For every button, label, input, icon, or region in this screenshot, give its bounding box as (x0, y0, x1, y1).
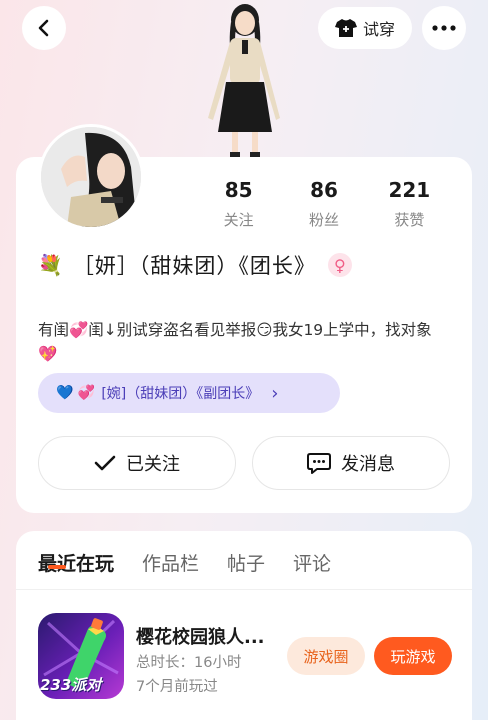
more-dots-icon (432, 25, 456, 31)
tab-works[interactable]: 作品栏 (142, 549, 199, 579)
game-logo-text: 233派对 (40, 676, 102, 694)
back-button[interactable] (22, 6, 66, 50)
check-icon (94, 455, 116, 471)
game-icon[interactable]: 233派对 (38, 613, 124, 699)
stat-likes-label: 获赞 (394, 211, 425, 229)
tab-posts[interactable]: 帖子 (227, 549, 265, 579)
chevron-left-icon (38, 19, 49, 37)
stats-row: 85 关注 86 粉丝 221 获赞 (196, 177, 452, 230)
game-list-item[interactable]: 233派对 樱花校园狼人... 总时长：16小时 7个月前玩过 游戏圈 玩游戏 (38, 613, 458, 703)
active-tab-indicator (48, 565, 66, 569)
stat-following-count: 85 (224, 178, 253, 202)
stat-fans-label: 粉丝 (308, 211, 339, 229)
tab-comments[interactable]: 评论 (293, 549, 331, 579)
more-button[interactable] (422, 6, 466, 50)
avatar[interactable] (38, 124, 144, 230)
play-game-button[interactable]: 玩游戏 (374, 637, 452, 675)
message-label: 发消息 (341, 454, 395, 475)
stat-fans-count: 86 (310, 178, 338, 202)
hearts-icon: 💙 💞 (56, 385, 96, 401)
game-title: 樱花校园狼人... (136, 627, 265, 648)
name-row: 💐 ［妍］（甜妹团）《团长》 ♀ (38, 250, 352, 280)
chevron-right-icon: › (271, 382, 279, 404)
bouquet-icon: 💐 (38, 253, 63, 277)
follow-label: 已关注 (126, 454, 180, 475)
stat-following[interactable]: 85 关注 (196, 177, 281, 230)
game-last-played: 7个月前玩过 (136, 679, 218, 695)
content-card: 最近在玩 作品栏 帖子 评论 233派对 樱花校园狼人... 总时长：16小时 … (16, 531, 472, 720)
female-icon: ♀ (327, 253, 352, 277)
try-on-label: 试穿 (362, 20, 395, 39)
message-button[interactable]: 发消息 (252, 436, 450, 490)
stat-fans[interactable]: 86 粉丝 (281, 177, 366, 230)
character-figure (208, 4, 280, 158)
game-duration: 总时长：16小时 (136, 655, 242, 671)
avatar-image (41, 127, 141, 227)
relation-label: [婉]（甜妹团）《副团长》 (101, 386, 260, 402)
shirt-icon (334, 19, 357, 37)
user-name: ［妍］（甜妹团）《团长》 (72, 254, 316, 278)
follow-button[interactable]: 已关注 (38, 436, 236, 490)
relation-tag[interactable]: 💙 💞 [婉]（甜妹团）《副团长》 › (38, 373, 340, 413)
bio-text: 有闺💞闺↓别试穿盗名看见举报😏我女19上学中，找对象💖 (38, 321, 432, 363)
tab-recent-play[interactable]: 最近在玩 (38, 549, 114, 579)
stat-following-label: 关注 (223, 211, 254, 229)
try-on-button[interactable]: 试穿 (318, 7, 412, 49)
divider (16, 589, 472, 590)
chat-bubble-icon (307, 453, 331, 474)
game-circle-button[interactable]: 游戏圈 (287, 637, 365, 675)
tab-bar: 最近在玩 作品栏 帖子 评论 (38, 549, 331, 579)
stat-likes-count: 221 (388, 178, 431, 202)
stat-likes[interactable]: 221 获赞 (367, 177, 452, 230)
